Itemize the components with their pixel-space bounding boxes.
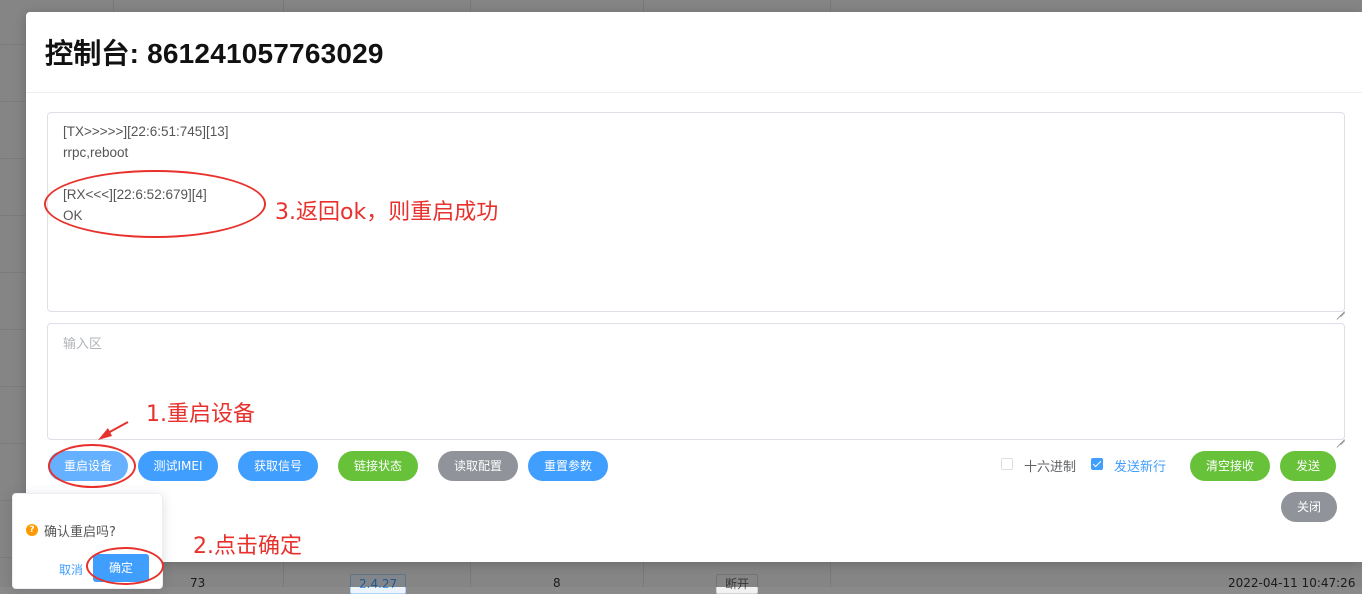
annotation-arrow-icon [98,421,129,440]
